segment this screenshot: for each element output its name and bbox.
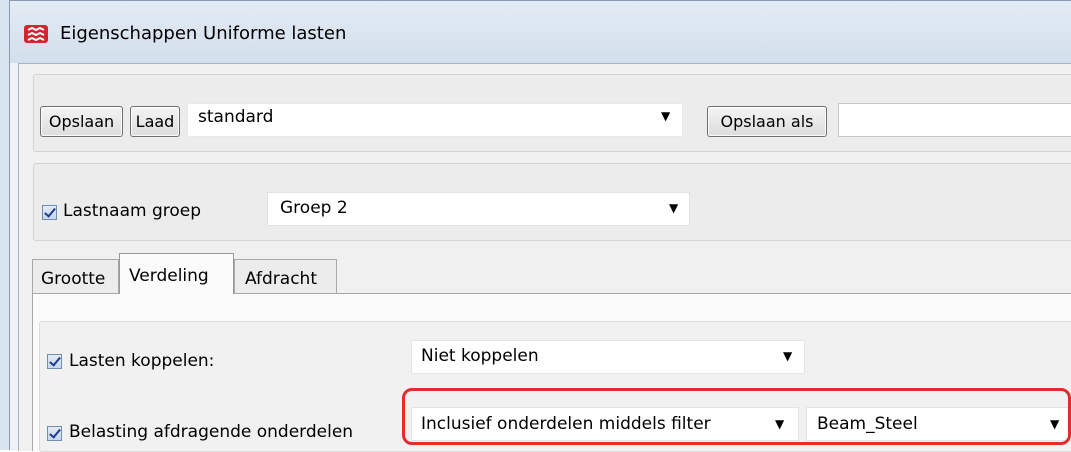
tab-afdracht[interactable]: Afdracht — [234, 259, 337, 294]
tab-grootte[interactable]: Grootte — [32, 259, 119, 294]
window-title: Eigenschappen Uniforme lasten — [60, 23, 347, 44]
load-group-dropdown-value: Groep 2 — [280, 198, 348, 218]
couple-loads-checkbox[interactable] — [47, 354, 62, 369]
tab-grootte-label: Grootte — [41, 269, 106, 289]
load-group-label: Lastnaam groep — [63, 201, 202, 221]
chevron-down-icon: ▼ — [669, 201, 679, 215]
load-group-checkbox[interactable] — [42, 205, 57, 220]
desktop-edge — [0, 0, 9, 450]
tab-verdeling-label: Verdeling — [129, 266, 209, 286]
save-as-button[interactable]: Opslaan als — [707, 106, 827, 137]
load-group-dropdown[interactable]: Groep 2 ▼ — [267, 192, 690, 226]
save-button[interactable]: Opslaan — [40, 106, 123, 137]
tab-verdeling[interactable]: Verdeling — [119, 253, 234, 294]
preset-group: Opslaan Laad standard ▼ Opslaan als — [33, 74, 1071, 152]
preset-dropdown-value: standard — [198, 107, 274, 127]
bearing-parts-checkbox[interactable] — [47, 426, 62, 441]
annotation-highlight-frame — [402, 388, 1071, 445]
chevron-down-icon: ▼ — [661, 109, 671, 123]
tab-afdracht-label: Afdracht — [245, 269, 317, 289]
title-bar[interactable]: Eigenschappen Uniforme lasten — [10, 1, 1071, 63]
tekla-app-icon — [24, 25, 48, 43]
couple-loads-dropdown-value: Niet koppelen — [421, 346, 539, 366]
couple-loads-label: Lasten koppelen: — [69, 351, 215, 371]
couple-loads-dropdown[interactable]: Niet koppelen ▼ — [411, 340, 805, 374]
load-group-section: Lastnaam groep Groep 2 ▼ — [33, 163, 1071, 241]
preset-dropdown[interactable]: standard ▼ — [187, 103, 683, 137]
bearing-parts-label: Belasting afdragende onderdelen — [69, 422, 354, 442]
chevron-down-icon: ▼ — [783, 349, 793, 363]
save-as-name-field[interactable] — [838, 103, 1071, 137]
dialog-window: Eigenschappen Uniforme lasten Opslaan La… — [9, 0, 1071, 452]
load-button[interactable]: Laad — [130, 106, 180, 137]
